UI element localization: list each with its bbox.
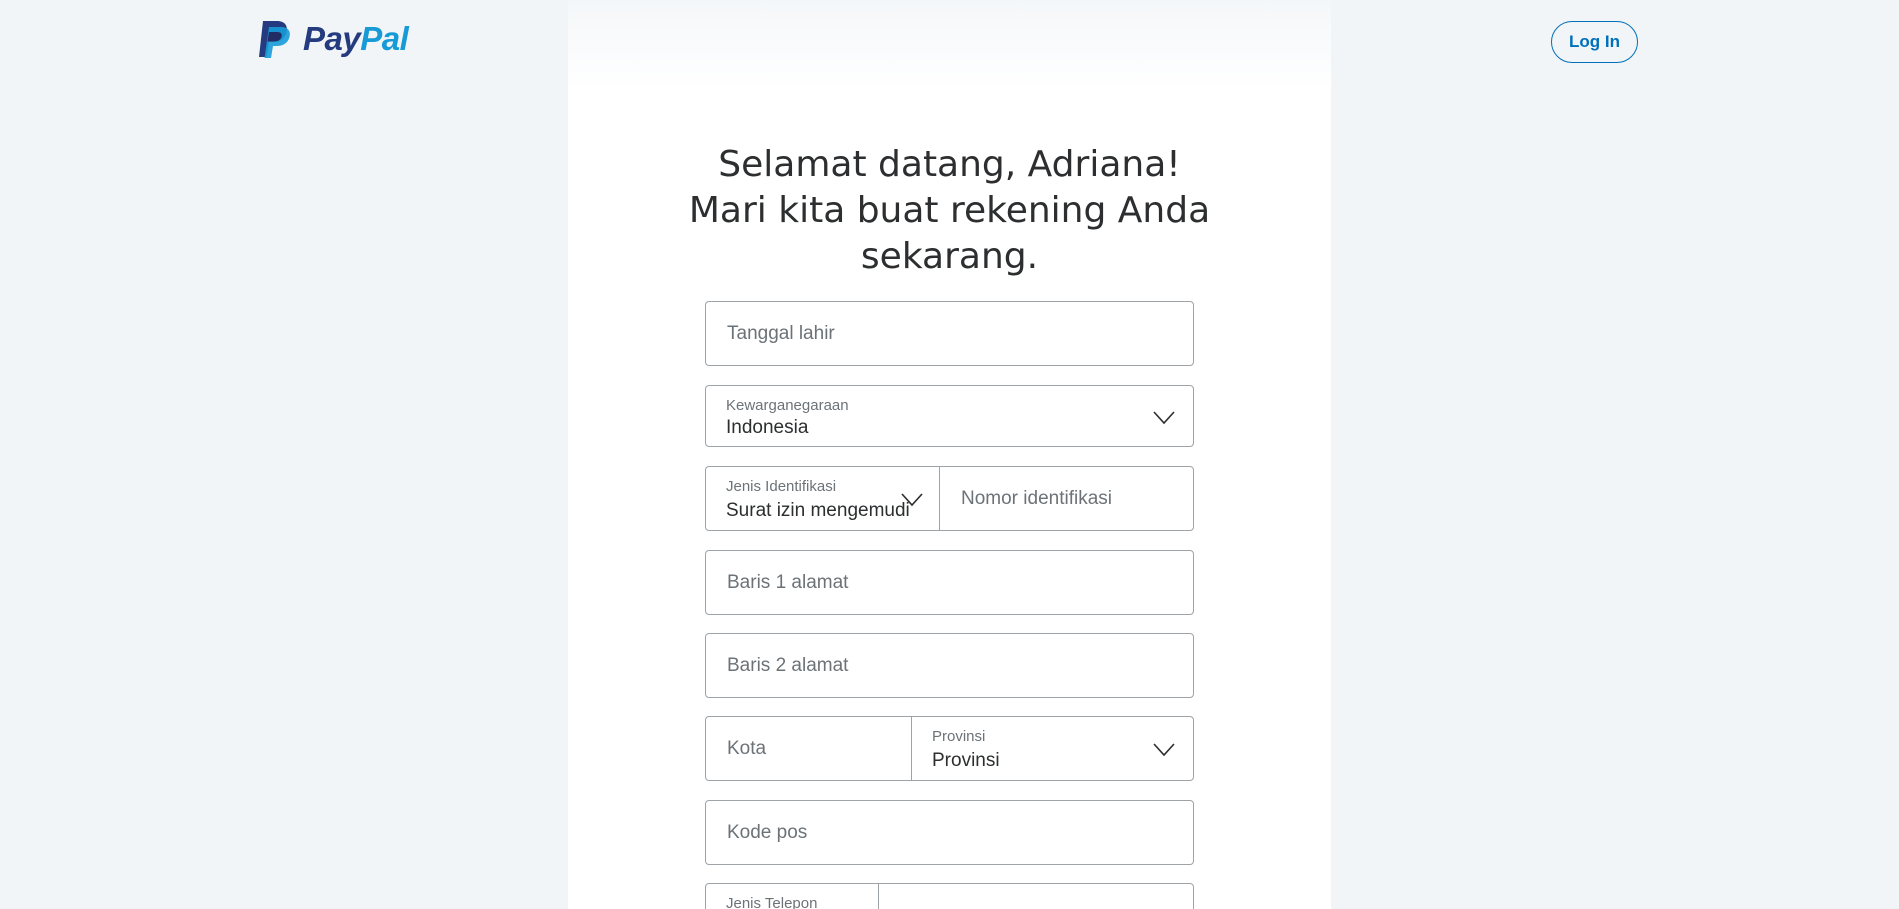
postal-code-placeholder: Kode pos (727, 821, 808, 843)
id-type-value: Surat izin mengemudi (726, 500, 910, 521)
dob-field[interactable]: Tanggal lahir (705, 301, 1194, 366)
city-field[interactable]: Kota (705, 716, 912, 781)
title-line-1: Selamat datang, Adriana! (718, 144, 1181, 185)
dob-placeholder: Tanggal lahir (727, 322, 835, 344)
chevron-down-icon (1153, 743, 1175, 757)
id-number-field[interactable]: Nomor identifikasi (939, 466, 1194, 531)
title-line-2: Mari kita buat rekening Anda (688, 190, 1211, 231)
page: PayPal Log In Selamat datang, Adriana! M… (0, 0, 1899, 909)
phone-type-select[interactable]: Jenis Telepon (705, 883, 879, 909)
citizenship-value: Indonesia (726, 417, 809, 438)
chevron-down-icon (901, 493, 923, 507)
wordmark-pal: Pal (360, 20, 409, 57)
address-line1-field[interactable]: Baris 1 alamat (705, 550, 1194, 615)
paypal-wordmark: PayPal (303, 20, 409, 58)
citizenship-select[interactable]: Kewarganegaraan Indonesia (705, 385, 1194, 447)
address-line2-field[interactable]: Baris 2 alamat (705, 633, 1194, 698)
paypal-logo[interactable]: PayPal (257, 18, 409, 60)
phone-number-field[interactable] (878, 883, 1194, 909)
address-line2-placeholder: Baris 2 alamat (727, 654, 849, 676)
province-select[interactable]: Provinsi Provinsi (911, 716, 1194, 781)
id-type-label: Jenis Identifikasi (726, 478, 837, 495)
page-title: Selamat datang, Adriana! Mari kita buat … (568, 142, 1331, 280)
postal-code-field[interactable]: Kode pos (705, 800, 1194, 865)
id-number-placeholder: Nomor identifikasi (961, 487, 1112, 509)
title-line-3: sekarang. (860, 236, 1039, 277)
phone-type-label: Jenis Telepon (726, 895, 818, 909)
chevron-down-icon (1153, 411, 1175, 425)
paypal-logo-icon (259, 21, 290, 58)
province-value: Provinsi (932, 750, 1000, 771)
id-type-select[interactable]: Jenis Identifikasi Surat izin mengemudi (705, 466, 940, 531)
wordmark-pay: Pay (303, 20, 361, 57)
citizenship-label: Kewarganegaraan (726, 397, 849, 414)
signup-card: Selamat datang, Adriana! Mari kita buat … (568, 0, 1331, 909)
address-line1-placeholder: Baris 1 alamat (727, 571, 849, 593)
login-button[interactable]: Log In (1551, 21, 1638, 63)
province-label: Provinsi (932, 728, 986, 745)
city-placeholder: Kota (727, 737, 767, 759)
